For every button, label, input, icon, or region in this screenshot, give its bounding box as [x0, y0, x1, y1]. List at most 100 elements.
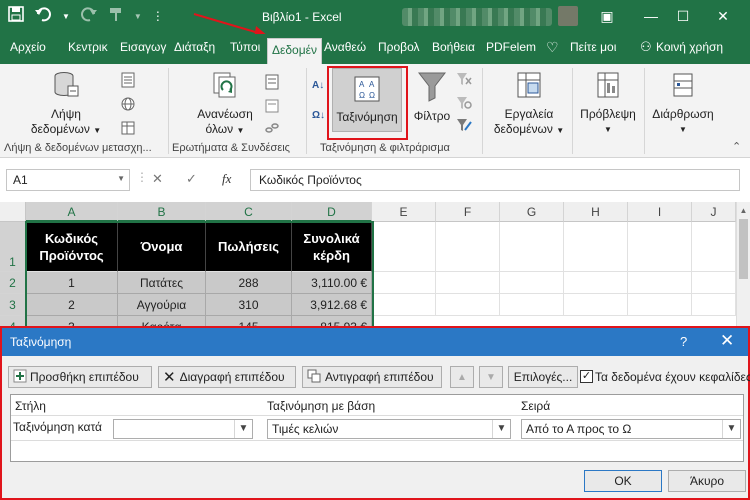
from-web-icon[interactable] [120, 96, 136, 115]
cell-empty[interactable] [692, 294, 736, 316]
cell-empty[interactable] [564, 272, 628, 294]
cell-c3[interactable]: 310 [206, 294, 292, 316]
cell-empty[interactable] [436, 222, 500, 272]
collapse-ribbon-icon[interactable]: ⌃ [732, 140, 741, 153]
column-header-i[interactable]: I [628, 202, 692, 222]
tab-insert[interactable]: Εισαγωγ [120, 40, 166, 54]
insert-function-icon[interactable]: fx [222, 171, 231, 187]
cell-empty[interactable] [564, 222, 628, 272]
column-header-h[interactable]: H [564, 202, 628, 222]
filter-button[interactable]: Φίλτρο [410, 70, 454, 124]
data-tools-button[interactable]: Εργαλεία δεδομένων ▼ [488, 70, 570, 138]
queries-connections-icon[interactable] [264, 74, 280, 93]
format-painter-icon[interactable] [108, 6, 124, 26]
copy-level-button[interactable]: Αντιγραφή επιπέδου [302, 366, 442, 388]
share-button[interactable]: Κοινή χρήση [656, 40, 723, 54]
cell-a2[interactable]: 1 [26, 272, 118, 294]
row-header-3[interactable]: 3 [0, 294, 26, 316]
scroll-up-icon[interactable]: ▲ [737, 206, 750, 215]
sort-on-select[interactable]: Τιμές κελιών ▼ [267, 419, 511, 439]
chevron-down-icon[interactable]: ▼ [134, 12, 142, 21]
move-down-button[interactable]: ▼ [479, 366, 503, 388]
cell-c1[interactable]: Πωλήσεις [206, 222, 292, 272]
cancel-button[interactable]: Άκυρο [668, 470, 746, 492]
tab-file[interactable]: Αρχείο [10, 40, 46, 54]
cell-b4[interactable]: Καρότα [118, 316, 206, 326]
save-icon[interactable] [8, 6, 24, 26]
cell-empty[interactable] [372, 222, 436, 272]
column-header-d[interactable]: D [292, 202, 372, 222]
edit-links-icon[interactable] [264, 120, 280, 139]
chevron-down-icon[interactable]: ▼ [234, 420, 252, 438]
from-text-icon[interactable] [120, 72, 136, 91]
close-button[interactable]: ✕ [708, 4, 738, 28]
cell-empty[interactable] [692, 272, 736, 294]
cell-empty[interactable] [628, 222, 692, 272]
column-header-f[interactable]: F [436, 202, 500, 222]
cell-a1[interactable]: Κωδικός Προϊόντος [26, 222, 118, 272]
row-header-2[interactable]: 2 [0, 272, 26, 294]
customize-qat-icon[interactable]: ⋮ [152, 9, 164, 23]
tell-me-search[interactable]: Πείτε μοι [570, 40, 616, 54]
chevron-down-icon[interactable]: ▼ [62, 12, 70, 21]
tab-layout[interactable]: Διάταξη [174, 40, 215, 54]
cell-empty[interactable] [500, 294, 564, 316]
cell-empty[interactable] [372, 272, 436, 294]
ok-button[interactable]: OK [584, 470, 662, 492]
chevron-down-icon[interactable]: ▼ [722, 420, 740, 438]
column-header-g[interactable]: G [500, 202, 564, 222]
chevron-down-icon[interactable]: ▼ [117, 174, 125, 183]
column-header-e[interactable]: E [372, 202, 436, 222]
forecast-button[interactable]: Πρόβλεψη ▼ [576, 70, 640, 137]
chevron-down-icon[interactable]: ▼ [492, 420, 510, 438]
column-header-b[interactable]: B [118, 202, 206, 222]
cell-c4[interactable]: 145 [206, 316, 292, 326]
add-level-button[interactable]: Προσθήκη επιπέδου [8, 366, 152, 388]
clear-filter-icon[interactable] [456, 72, 472, 89]
maximize-button[interactable]: ☐ [668, 4, 698, 28]
tab-pdfelement[interactable]: PDFelem [486, 40, 536, 54]
cell-d3[interactable]: 3,912.68 € [292, 294, 372, 316]
cell-d1[interactable]: Συνολικά κέρδη [292, 222, 372, 272]
name-box[interactable]: A1 ▼ [6, 169, 130, 191]
sort-descending-icon[interactable]: Ω↓ [312, 110, 325, 121]
row-header-1[interactable]: 1 [0, 222, 26, 272]
cell-empty[interactable] [628, 272, 692, 294]
order-select[interactable]: Από το Α προς το Ω ▼ [521, 419, 741, 439]
vertical-scrollbar[interactable]: ▲ [736, 202, 750, 326]
outline-button[interactable]: Διάρθρωση ▼ [648, 70, 718, 137]
cell-d4[interactable]: 815.93 € [292, 316, 372, 326]
move-up-button[interactable]: ▲ [450, 366, 474, 388]
help-icon[interactable]: ? [680, 334, 687, 349]
sort-level-row[interactable]: Ταξινόμηση κατά ▼ Τιμές κελιών ▼ Από το … [11, 415, 743, 441]
cell-b1[interactable]: Όνομα [118, 222, 206, 272]
minimize-button[interactable]: — [636, 4, 666, 28]
cancel-icon[interactable]: ✕ [152, 171, 163, 187]
close-icon[interactable]: ✕ [720, 331, 734, 351]
sort-ascending-icon[interactable]: Α↓ [312, 80, 324, 91]
get-data-button[interactable]: Λήψη δεδομένων ▼ [26, 70, 106, 138]
cell-c2[interactable]: 288 [206, 272, 292, 294]
tab-help[interactable]: Βοήθεια [432, 40, 475, 54]
tab-review[interactable]: Αναθεώ [324, 40, 366, 54]
delete-level-button[interactable]: ✕ Διαγραφή επιπέδου [158, 366, 296, 388]
scrollbar-thumb[interactable] [739, 219, 748, 279]
formula-input[interactable]: Κωδικός Προϊόντος [250, 169, 740, 191]
cell-empty[interactable] [692, 222, 736, 272]
tab-formulas[interactable]: Τύποι [230, 40, 260, 54]
cell-empty[interactable] [500, 222, 564, 272]
cell-empty[interactable] [564, 294, 628, 316]
cell-empty[interactable] [500, 272, 564, 294]
cell-b3[interactable]: Αγγούρια [118, 294, 206, 316]
redo-icon[interactable] [80, 6, 98, 26]
options-button[interactable]: Επιλογές... [508, 366, 578, 388]
refresh-all-button[interactable]: Ανανέωση όλων ▼ [190, 70, 260, 138]
tab-data[interactable]: Δεδομέν [267, 38, 322, 64]
cell-b2[interactable]: Πατάτες [118, 272, 206, 294]
cell-d2[interactable]: 3,110.00 € [292, 272, 372, 294]
ribbon-display-options-icon[interactable]: ▣ [592, 4, 622, 28]
cell-a3[interactable]: 2 [26, 294, 118, 316]
tab-view[interactable]: Προβολ [378, 40, 420, 54]
cell-a4[interactable]: 3 [26, 316, 118, 326]
reapply-filter-icon[interactable] [456, 96, 472, 113]
